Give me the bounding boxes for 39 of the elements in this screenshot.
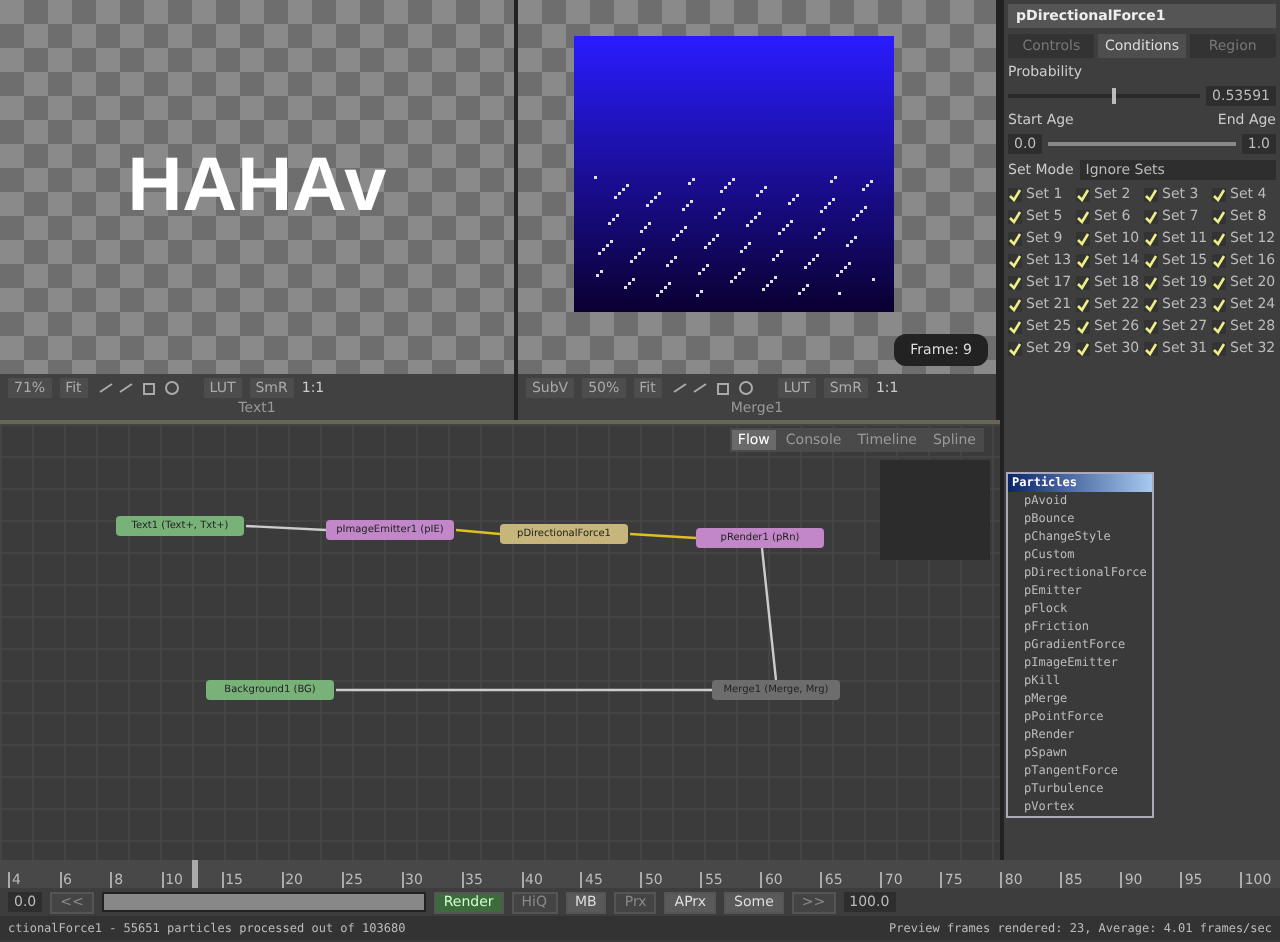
checkbox[interactable] xyxy=(1144,341,1158,355)
connector-line xyxy=(760,546,780,682)
viewer-text: HAHAv xyxy=(127,144,387,230)
checkbox[interactable] xyxy=(1212,275,1226,289)
checkbox[interactable] xyxy=(1008,319,1022,333)
checkbox[interactable] xyxy=(1076,253,1090,267)
checkbox[interactable] xyxy=(1008,275,1022,289)
connector-line xyxy=(244,524,330,532)
checkbox[interactable] xyxy=(1076,231,1090,245)
checkbox[interactable] xyxy=(1144,187,1158,201)
checkbox[interactable] xyxy=(1144,209,1158,223)
checkbox[interactable] xyxy=(1212,187,1226,201)
checkbox[interactable] xyxy=(1008,341,1022,355)
checkbox[interactable] xyxy=(1212,209,1226,223)
checkbox[interactable] xyxy=(1076,319,1090,333)
navigator-panel xyxy=(880,460,990,560)
checkbox[interactable] xyxy=(1008,253,1022,267)
checkbox[interactable] xyxy=(1076,187,1090,201)
checkbox[interactable] xyxy=(1212,253,1226,267)
checkbox[interactable] xyxy=(1076,209,1090,223)
checkbox[interactable] xyxy=(1008,209,1022,223)
checkbox[interactable] xyxy=(1212,319,1226,333)
checkbox[interactable] xyxy=(1076,275,1090,289)
checkbox[interactable] xyxy=(1144,275,1158,289)
connector-line xyxy=(454,528,504,536)
checkbox[interactable] xyxy=(1212,231,1226,245)
checkbox[interactable] xyxy=(1144,319,1158,333)
checkbox[interactable] xyxy=(1008,187,1022,201)
checkbox[interactable] xyxy=(1008,297,1022,311)
checkbox[interactable] xyxy=(1008,231,1022,245)
checkbox[interactable] xyxy=(1212,341,1226,355)
checkbox[interactable] xyxy=(1144,297,1158,311)
checkbox[interactable] xyxy=(1144,231,1158,245)
checkbox[interactable] xyxy=(1144,253,1158,267)
checkbox[interactable] xyxy=(1076,341,1090,355)
checkbox[interactable] xyxy=(1212,297,1226,311)
checkbox[interactable] xyxy=(1076,297,1090,311)
range-slider[interactable] xyxy=(101,892,426,912)
connector-line xyxy=(628,532,700,540)
